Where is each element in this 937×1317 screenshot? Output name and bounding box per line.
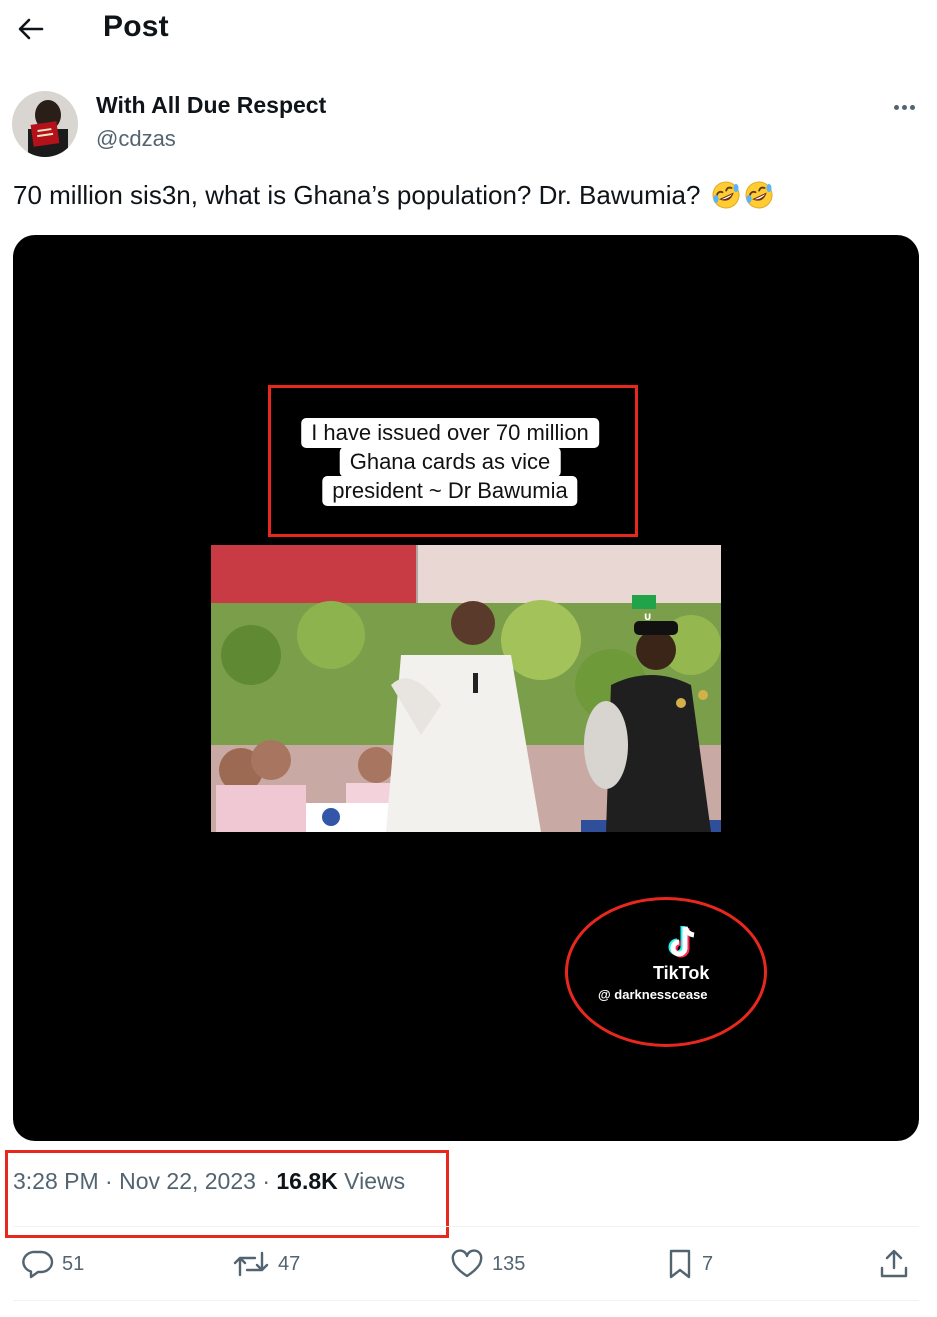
tiktok-username: @ darknesscease bbox=[598, 987, 708, 1002]
bookmark-count: 7 bbox=[702, 1252, 714, 1275]
arrow-left-icon bbox=[18, 18, 44, 40]
repost-count: 47 bbox=[278, 1252, 301, 1275]
repost-button[interactable]: 47 bbox=[232, 1240, 300, 1288]
page-title: Post bbox=[103, 10, 169, 43]
more-dot bbox=[909, 104, 915, 110]
back-button[interactable] bbox=[14, 12, 48, 46]
reply-icon bbox=[22, 1250, 54, 1279]
rolling-on-floor-laughing-emoji-icon bbox=[712, 181, 740, 209]
reply-button[interactable]: 51 bbox=[22, 1240, 84, 1288]
avatar[interactable] bbox=[12, 91, 78, 157]
reply-count: 51 bbox=[62, 1252, 85, 1275]
bookmark-button[interactable]: 7 bbox=[666, 1240, 713, 1288]
video-frame: U bbox=[211, 545, 721, 832]
share-button[interactable] bbox=[878, 1240, 910, 1288]
tweet-text: 70 million sis3n, what is Ghana’s popula… bbox=[13, 180, 701, 210]
video-caption-line: president ~ Dr Bawumia bbox=[322, 476, 578, 506]
share-icon bbox=[880, 1249, 908, 1278]
heart-icon bbox=[451, 1249, 483, 1278]
tiktok-brand-text: TikTok bbox=[653, 963, 710, 983]
tweet-text-container: 70 million sis3n, what is Ghana’s popula… bbox=[13, 178, 774, 212]
like-button[interactable]: 135 bbox=[450, 1240, 525, 1288]
like-count: 135 bbox=[492, 1252, 526, 1275]
more-dot bbox=[901, 104, 907, 110]
channel-logo: U bbox=[644, 613, 651, 623]
divider bbox=[13, 1300, 919, 1301]
action-bar: 51 47 135 7 bbox=[0, 1240, 937, 1288]
repost-icon bbox=[233, 1251, 269, 1277]
top-bar: Post bbox=[0, 0, 937, 60]
video-caption-line: I have issued over 70 million bbox=[301, 418, 599, 448]
tiktok-logo-icon bbox=[668, 926, 695, 958]
rolling-on-floor-laughing-emoji-icon bbox=[745, 181, 773, 209]
tweet-media[interactable]: I have issued over 70 million Ghana card… bbox=[13, 235, 919, 1141]
video-caption-line: Ghana cards as vice bbox=[339, 447, 561, 477]
bookmark-icon bbox=[669, 1249, 691, 1279]
meta-annotation-box bbox=[5, 1150, 449, 1238]
author-handle[interactable]: @cdzas bbox=[96, 126, 176, 152]
more-dot bbox=[893, 104, 899, 110]
more-options-button[interactable] bbox=[886, 94, 922, 120]
divider bbox=[13, 1226, 919, 1227]
author-name[interactable]: With All Due Respect bbox=[96, 92, 326, 119]
